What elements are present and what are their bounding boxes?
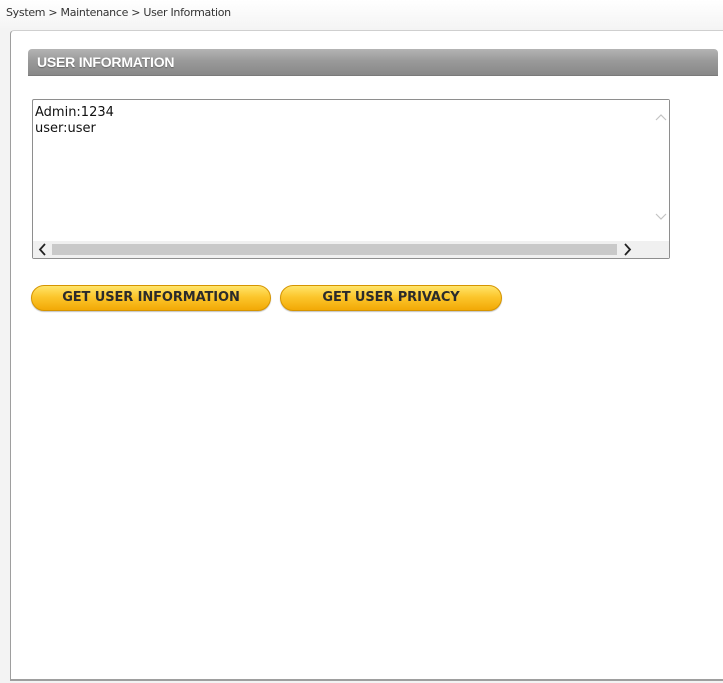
- top-bar: System > Maintenance > User Information: [0, 0, 723, 30]
- chevron-right-icon[interactable]: [623, 241, 632, 262]
- get-user-information-button[interactable]: GET USER INFORMATION: [31, 285, 271, 311]
- chevron-up-icon[interactable]: [655, 112, 667, 124]
- user-information-textarea[interactable]: Admin:1234 user:user: [32, 99, 670, 259]
- section-header: USER INFORMATION: [28, 49, 718, 76]
- textarea-content: Admin:1234 user:user: [35, 105, 114, 136]
- get-user-privacy-button[interactable]: GET USER PRIVACY: [280, 285, 502, 311]
- section-title: USER INFORMATION: [37, 54, 175, 70]
- vertical-scrollbar[interactable]: [652, 100, 669, 241]
- horizontal-scroll-thumb[interactable]: [52, 244, 617, 255]
- chevron-down-icon[interactable]: [655, 212, 667, 224]
- chevron-left-icon[interactable]: [38, 241, 47, 262]
- scroll-corner: [650, 241, 669, 258]
- content-panel: USER INFORMATION Admin:1234 user:user GE…: [10, 30, 723, 681]
- breadcrumb: System > Maintenance > User Information: [6, 6, 231, 19]
- horizontal-scrollbar[interactable]: [33, 241, 652, 258]
